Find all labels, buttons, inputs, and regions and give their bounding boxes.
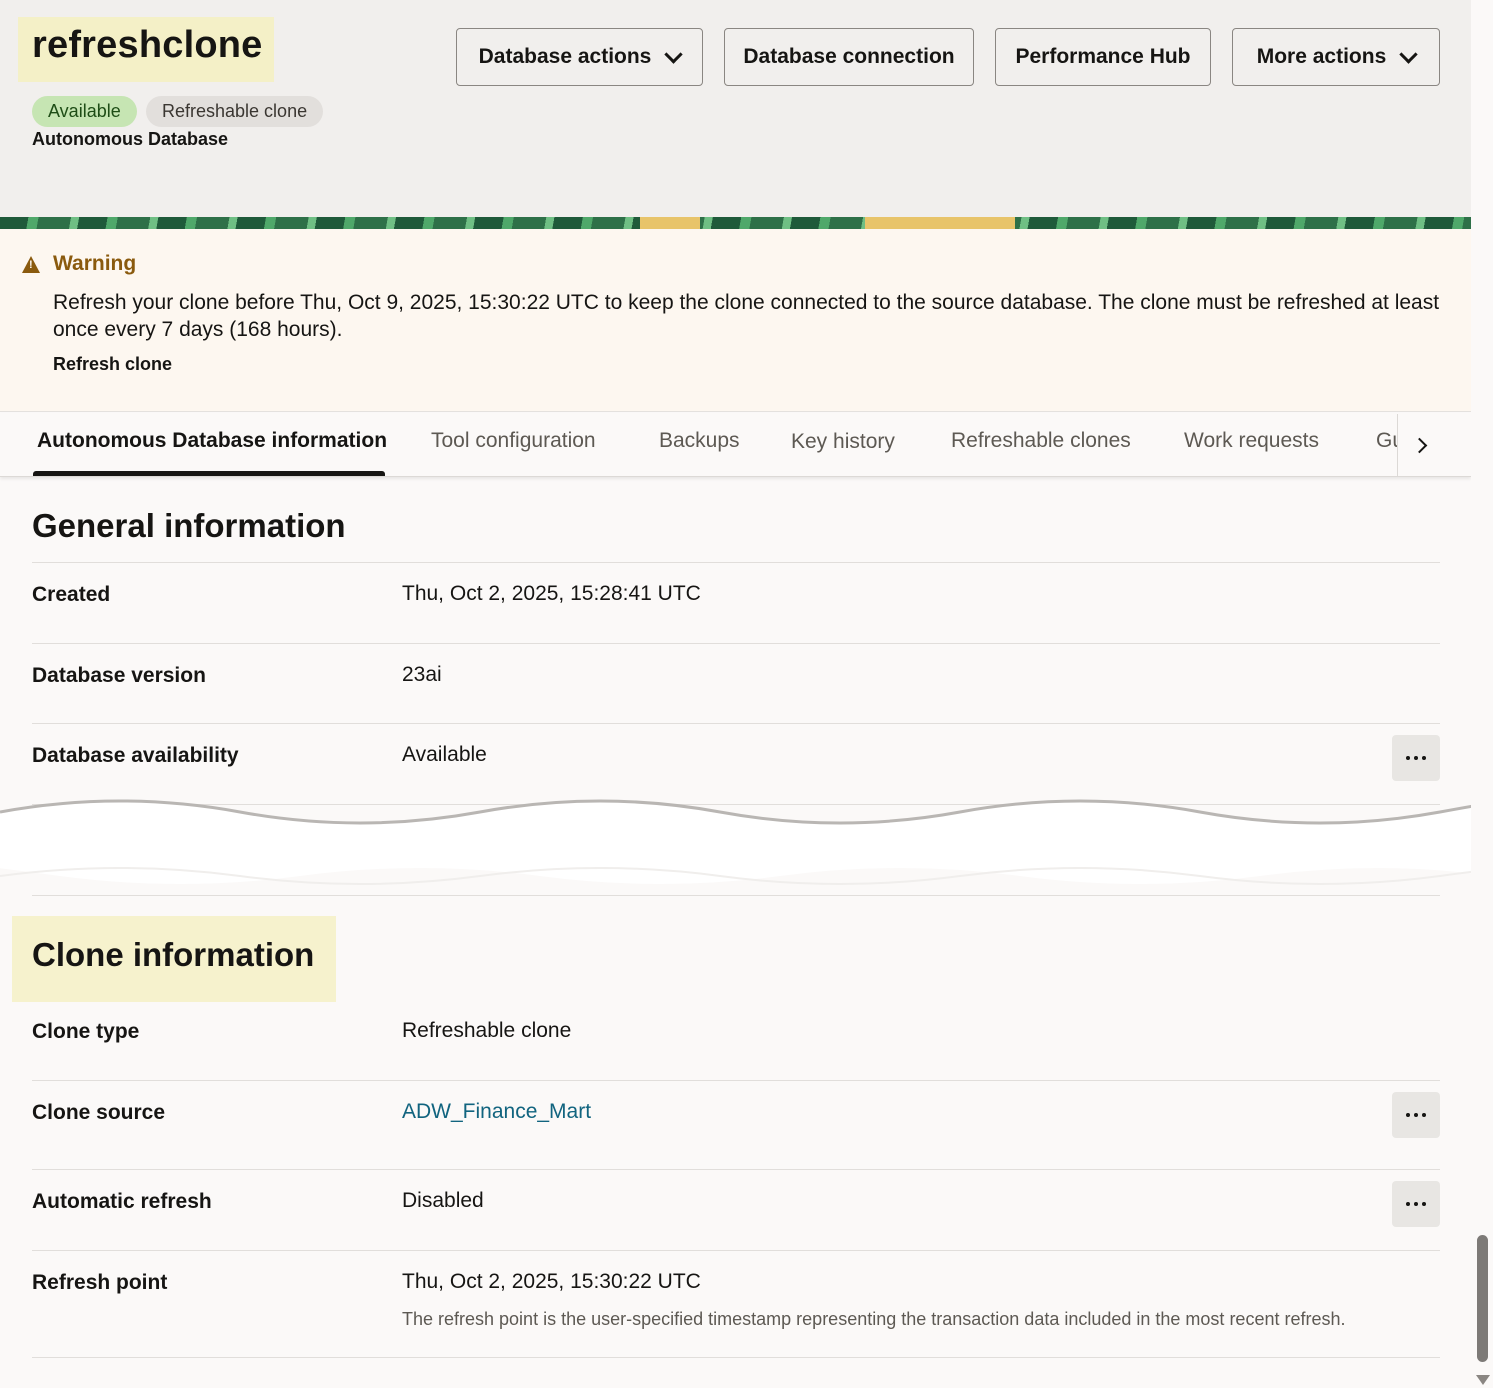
divider <box>32 1080 1440 1081</box>
more-actions-label: More actions <box>1256 45 1387 68</box>
divider <box>32 1250 1440 1251</box>
created-value: Thu, Oct 2, 2025, 15:28:41 UTC <box>402 582 701 605</box>
banner-accent <box>865 217 1015 229</box>
warning-title: Warning <box>53 252 137 275</box>
general-information-heading: General information <box>32 507 346 544</box>
refresh-clone-link[interactable]: Refresh clone <box>53 354 172 375</box>
chevron-right-icon[interactable] <box>1404 430 1438 460</box>
database-connection-button[interactable]: Database connection <box>724 28 974 86</box>
clone-source-link[interactable]: ADW_Finance_Mart <box>402 1100 591 1124</box>
automatic-refresh-label: Automatic refresh <box>32 1190 212 1213</box>
tab-work-requests[interactable]: Work requests <box>1184 429 1319 453</box>
clone-type-label: Clone type <box>32 1020 140 1043</box>
banner-accent <box>640 217 700 229</box>
warning-message: Refresh your clone before Thu, Oct 9, 20… <box>53 291 1440 341</box>
performance-hub-label: Performance Hub <box>1015 45 1191 68</box>
tab-backups[interactable]: Backups <box>659 429 740 453</box>
chevron-down-icon <box>1399 44 1418 64</box>
clone-type-value: Refreshable clone <box>402 1019 572 1042</box>
divider <box>32 562 1440 563</box>
clone-information-heading: Clone information <box>32 936 315 973</box>
scrollbar-track[interactable] <box>1471 0 1493 1388</box>
refresh-point-label: Refresh point <box>32 1271 168 1294</box>
resource-type-label: Autonomous Database <box>32 129 229 149</box>
chevron-down-icon <box>664 44 684 64</box>
database-actions-button[interactable]: Database actions <box>456 28 703 86</box>
tab-tool-configuration[interactable]: Tool configuration <box>431 429 596 453</box>
performance-hub-button[interactable]: Performance Hub <box>995 28 1211 86</box>
page-break-tear <box>0 799 1493 885</box>
scrollbar-thumb[interactable] <box>1477 1235 1488 1362</box>
status-badge-available: Available <box>32 96 137 127</box>
tab-key-history[interactable]: Key history <box>791 430 895 454</box>
database-version-label: Database version <box>32 664 206 687</box>
divider <box>32 895 1440 896</box>
database-connection-label: Database connection <box>743 45 955 68</box>
status-badge-refreshable-clone: Refreshable clone <box>146 96 324 127</box>
tab-scroll-divider <box>1397 414 1398 476</box>
scroll-down-arrow-icon[interactable] <box>1476 1375 1490 1385</box>
divider <box>32 1169 1440 1170</box>
automatic-refresh-value: Disabled <box>402 1189 484 1212</box>
refresh-point-value: Thu, Oct 2, 2025, 15:30:22 UTC <box>402 1270 701 1293</box>
database-availability-label: Database availability <box>32 744 239 767</box>
tab-refreshable-clones[interactable]: Refreshable clones <box>951 429 1131 453</box>
tab-truncated[interactable]: Gu <box>1376 429 1397 453</box>
warning-triangle-icon <box>22 256 40 273</box>
created-label: Created <box>32 583 111 606</box>
database-version-value: 23ai <box>402 663 442 686</box>
database-actions-label: Database actions <box>478 45 652 68</box>
active-tab-indicator <box>33 471 385 476</box>
decorative-banner <box>0 217 1471 229</box>
clone-source-label: Clone source <box>32 1101 166 1124</box>
divider <box>32 1357 1440 1358</box>
tab-autonomous-database-information[interactable]: Autonomous Database information <box>37 429 387 453</box>
divider <box>32 643 1440 644</box>
more-actions-button[interactable]: More actions <box>1232 28 1440 86</box>
page-title: refreshclone <box>32 24 263 66</box>
more-horizontal-icon[interactable] <box>1392 1181 1440 1227</box>
more-horizontal-icon[interactable] <box>1392 735 1440 781</box>
database-availability-value: Available <box>402 743 487 766</box>
more-horizontal-icon[interactable] <box>1392 1092 1440 1138</box>
refresh-point-help-text: The refresh point is the user-specified … <box>402 1309 1346 1329</box>
divider <box>32 723 1440 724</box>
